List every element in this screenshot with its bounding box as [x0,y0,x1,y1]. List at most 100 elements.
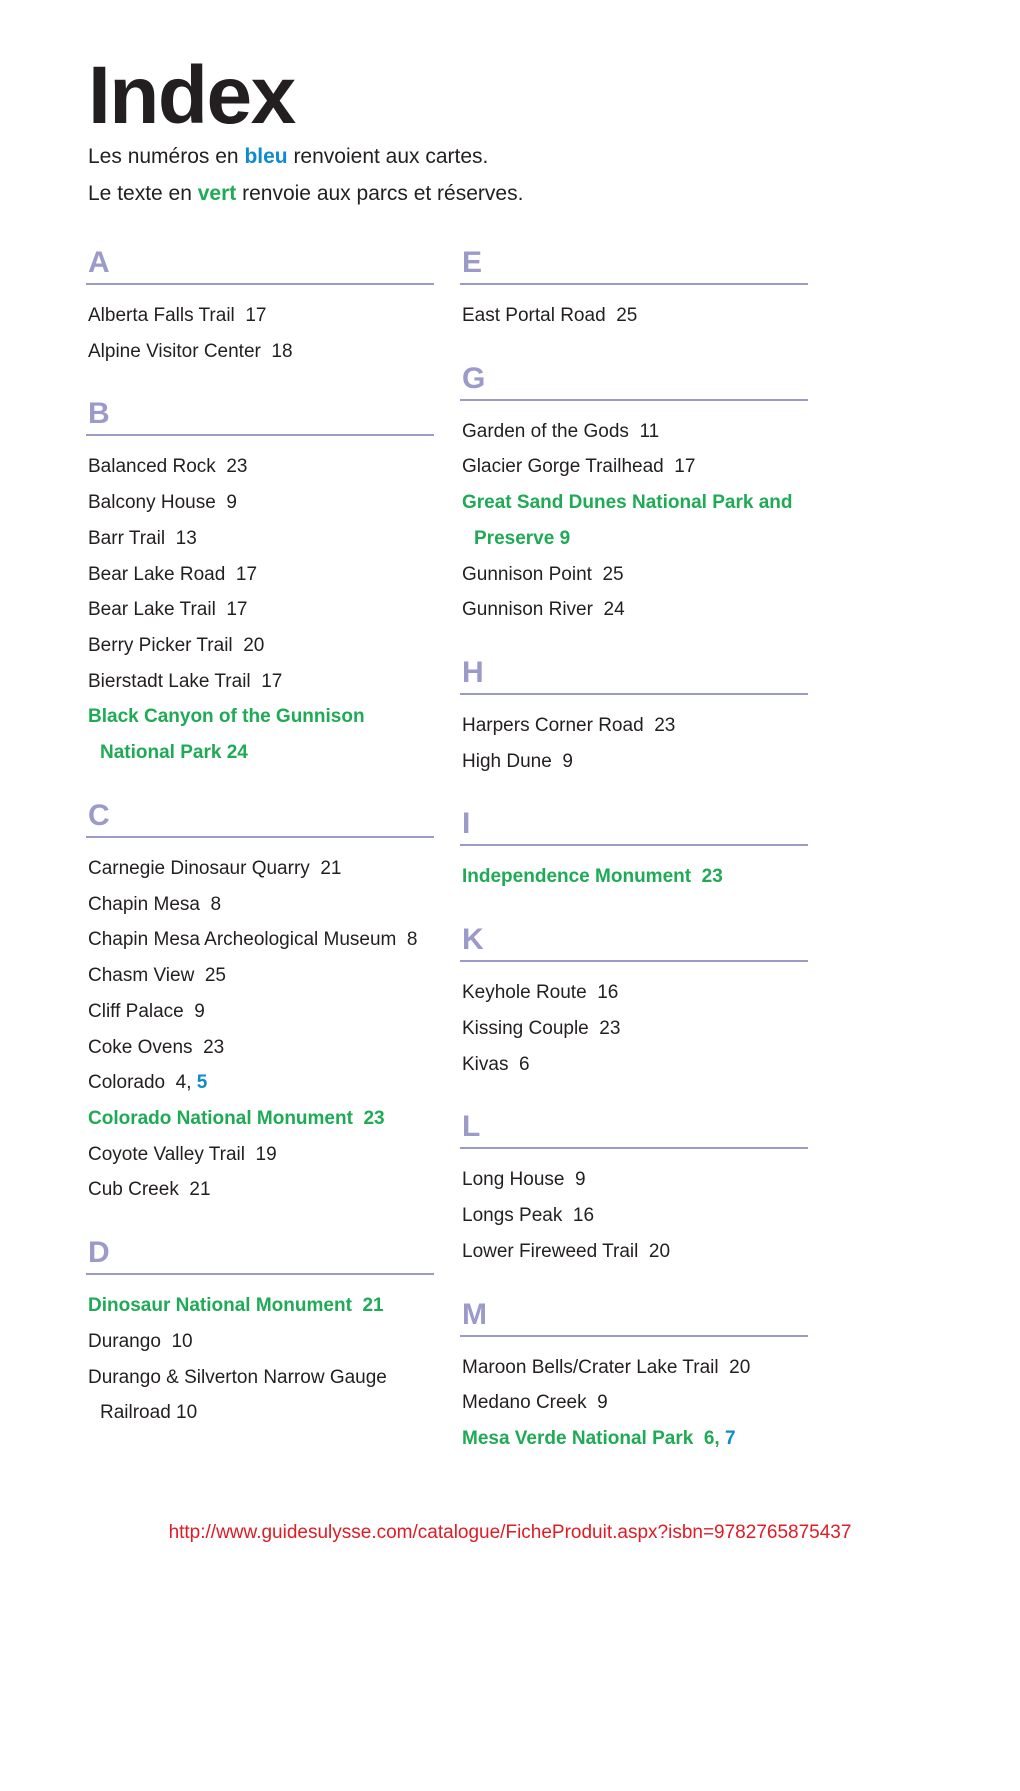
index-section-h: H Harpers Corner Road 23 High Dune 9 [460,658,808,779]
index-entry: Alpine Visitor Center 18 [86,334,434,370]
legend-line-green: Le texte en vert renvoie aux parcs et ré… [88,176,948,212]
section-letter-m: M [460,1299,808,1337]
index-entry-text: Cliff Palace 9 [88,1000,205,1022]
index-entry-text: Black Canyon of the Gunnison [88,706,365,728]
index-section-d: D Dinosaur National Monument 21 Durango 10… [86,1238,434,1431]
index-entry-text: Gunnison River 24 [462,599,625,621]
section-letter-e: E [460,248,808,285]
index-entry-list: Independence Monument 23 [460,846,808,895]
index-entry: Barr Trail 13 [86,521,434,557]
index-entry: Gunnison River 24 [460,592,808,628]
index-entry-text: Durango & Silverton Narrow Gauge [88,1366,387,1388]
index-entry: Keyhole Route 16 [460,975,808,1011]
legend-green-suffix: renvoie aux parcs et réserves. [236,181,524,205]
index-entry: Durango & Silverton Narrow Gauge Railroad… [86,1360,434,1431]
index-entry-text: Lower Fireweed Trail 20 [462,1240,671,1262]
index-entry: Dinosaur National Monument 21 [86,1288,434,1324]
section-letter-i: I [460,809,808,847]
legend-blue-keyword: bleu [244,145,288,169]
index-entry: Kivas 6 [460,1047,808,1083]
index-section-m: M Maroon Bells/Crater Lake Trail 20 Medano… [460,1299,808,1457]
index-entry-list: Keyhole Route 16 Kissing Couple 23 Kivas 6 [460,962,808,1082]
index-entry-text: Bierstadt Lake Trail 17 [88,670,283,692]
index-entry-text: Harpers Corner Road 23 [462,715,676,737]
index-entry-text: Garden of the Gods 11 [462,420,660,442]
index-entry-text: Durango 10 [88,1330,193,1352]
index-entry-wrap: National Park 24 [100,742,248,764]
index-entry: Chapin Mesa Archeological Museum 8 [86,922,434,958]
index-entry-text: Alpine Visitor Center 18 [88,340,293,362]
footer-url[interactable]: http://www.guidesulysse.com/catalogue/Fi… [0,1522,1020,1544]
index-entry-text: Balcony House 9 [88,492,237,514]
index-entry-text: Maroon Bells/Crater Lake Trail 20 [462,1356,751,1378]
index-entry-list: Long House 9 Longs Peak 16 Lower Fireweed … [460,1149,808,1269]
index-columns: A Alberta Falls Trail 17 Alpine Visitor Ce… [0,248,1020,1478]
index-entry-text: High Dune 9 [462,750,573,772]
page-title: Index [88,50,296,141]
index-entry: Lower Fireweed Trail 20 [460,1234,808,1270]
index-entry: Balcony House 9 [86,485,434,521]
index-entry-list: Balanced Rock 23 Balcony House 9 Barr Trai… [86,436,434,770]
index-entry-text: Mesa Verde National Park 6, [462,1427,725,1449]
index-entry-wrap: Preserve 9 [474,527,571,549]
index-entry-text: Kissing Couple 23 [462,1017,621,1039]
index-entry: Maroon Bells/Crater Lake Trail 20 [460,1350,808,1386]
index-section-a: A Alberta Falls Trail 17 Alpine Visitor Ce… [86,248,434,369]
page-header: Index Les numéros en bleu renvoient aux … [88,50,948,212]
index-entry: Bierstadt Lake Trail 17 [86,664,434,700]
index-entry-list: Alberta Falls Trail 17 Alpine Visitor Cen… [86,285,434,369]
index-entry: Balanced Rock 23 [86,449,434,485]
section-letter-h: H [460,658,808,696]
index-entry: Garden of the Gods 11 [460,414,808,450]
index-entry: Harpers Corner Road 23 [460,708,808,744]
legend-green-prefix: Le texte en [88,181,198,205]
index-entry-text: Carnegie Dinosaur Quarry 21 [88,857,342,879]
index-entry-text: Independence Monument 23 [462,866,723,888]
index-entry: Long House 9 [460,1162,808,1198]
index-entry-text: Berry Picker Trail 20 [88,635,265,657]
index-section-c: C Carnegie Dinosaur Quarry 21 Chapin Mesa … [86,800,434,1208]
section-letter-b: B [86,399,434,437]
index-entry-text: Long House 9 [462,1169,586,1191]
index-entry-text: Colorado 4, [88,1072,197,1094]
index-entry-text: Bear Lake Trail 17 [88,599,248,621]
index-entry: Cub Creek 21 [86,1172,434,1208]
section-letter-d: D [86,1238,434,1276]
index-entry: Colorado National Monument 23 [86,1101,434,1137]
index-entry: Black Canyon of the Gunnison National Par… [86,699,434,770]
index-entry-list: Harpers Corner Road 23 High Dune 9 [460,695,808,779]
index-entry: Gunnison Point 25 [460,557,808,593]
index-entry-map-page: 5 [196,1072,208,1094]
index-entry-list: Carnegie Dinosaur Quarry 21 Chapin Mesa 8… [86,838,434,1208]
legend-blue-suffix: renvoient aux cartes. [287,145,489,169]
index-entry-list: East Portal Road 25 [460,285,808,334]
index-entry-text: Chasm View 25 [88,965,226,987]
index-entry: Durango 10 [86,1324,434,1360]
index-entry: Longs Peak 16 [460,1198,808,1234]
index-entry: Medano Creek 9 [460,1385,808,1421]
index-entry: Great Sand Dunes National Park and Preser… [460,485,808,556]
index-entry-list: Garden of the Gods 11 Glacier Gorge Trail… [460,401,808,628]
index-entry-list: Maroon Bells/Crater Lake Trail 20 Medano … [460,1337,808,1457]
index-entry-list: Dinosaur National Monument 21 Durango 10 D… [86,1275,434,1431]
index-entry: Coyote Valley Trail 19 [86,1137,434,1173]
index-entry: Independence Monument 23 [460,859,808,895]
index-entry-text: Alberta Falls Trail 17 [88,305,267,326]
index-entry-text: Barr Trail 13 [88,527,197,549]
index-section-g: G Garden of the Gods 11 Glacier Gorge Trai… [460,363,808,628]
index-entry-text: Chapin Mesa 8 [88,893,222,915]
index-entry: East Portal Road 25 [460,298,808,334]
index-entry: Colorado 4, 5 [86,1065,434,1101]
index-entry: Chasm View 25 [86,958,434,994]
index-entry: Bear Lake Trail 17 [86,592,434,628]
section-letter-c: C [86,800,434,838]
index-entry-text: Balanced Rock 23 [88,456,248,478]
index-page: Index Les numéros en bleu renvoient aux … [0,0,1020,1791]
index-entry: Kissing Couple 23 [460,1011,808,1047]
index-section-i: I Independence Monument 23 [460,809,808,895]
index-entry-text: Glacier Gorge Trailhead 17 [462,456,696,478]
index-entry-text: Kivas 6 [462,1053,530,1075]
index-entry: Glacier Gorge Trailhead 17 [460,449,808,485]
index-entry: Carnegie Dinosaur Quarry 21 [86,851,434,887]
section-letter-g: G [460,363,808,401]
